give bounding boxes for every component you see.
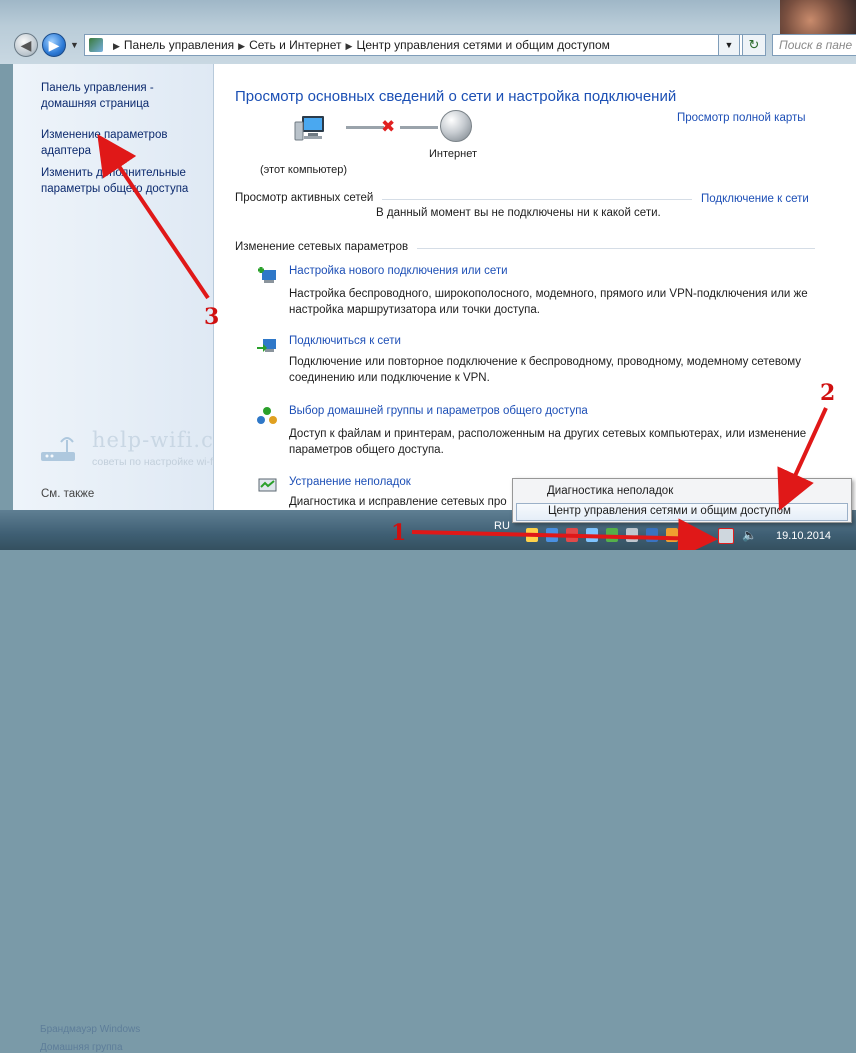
menu-item-network-center-label: Центр управления сетями и общим доступом — [548, 505, 791, 517]
tray-app-icon[interactable] — [626, 528, 638, 542]
connect-network-icon — [257, 339, 276, 352]
disconnected-x-icon: ✖ — [381, 117, 396, 136]
breadcrumb-item-network-center[interactable]: Центр управления сетями и общим доступом — [356, 38, 610, 52]
search-input[interactable]: Поиск в пане — [772, 34, 856, 56]
tray-app-icon[interactable] — [526, 528, 538, 542]
divider — [417, 248, 815, 249]
title-bar: ◀ ▶ ▼ ▶ Панель управления ▶ Сеть и Интернет… — [0, 0, 856, 64]
sidebar-item-adapter-settings[interactable]: Изменение параметров адаптера — [41, 127, 211, 159]
forward-arrow-icon: ▶ — [48, 37, 60, 53]
tray-app-icon[interactable] — [586, 528, 598, 542]
connection-line — [400, 126, 438, 129]
page-title: Просмотр основных сведений о сети и наст… — [235, 88, 677, 105]
full-map-link[interactable]: Просмотр полной карты — [677, 112, 806, 124]
connect-to-network-link[interactable]: Подключение к сети — [701, 193, 809, 205]
back-button[interactable]: ◀ — [14, 33, 38, 57]
computer-icon — [294, 116, 324, 141]
change-settings-heading: Изменение сетевых параметров — [235, 241, 409, 253]
new-connection-link[interactable]: Настройка нового подключения или сети — [289, 265, 508, 277]
forward-button[interactable]: ▶ — [42, 33, 66, 57]
control-panel-icon — [89, 38, 103, 52]
address-bar[interactable]: ▶ Панель управления ▶ Сеть и Интернет ▶ Центр… — [84, 34, 766, 56]
new-connection-icon — [258, 267, 276, 283]
active-networks-heading: Просмотр активных сетей — [235, 192, 374, 204]
menu-item-troubleshoot[interactable]: Диагностика неполадок — [547, 485, 673, 497]
main-panel: Просмотр основных сведений о сети и наст… — [214, 64, 856, 510]
troubleshoot-icon — [258, 478, 277, 492]
connect-network-description: Подключение или повторное подключение к … — [289, 356, 802, 384]
homegroup-description: Доступ к файлам и принтерам, расположенн… — [289, 428, 807, 456]
back-arrow-icon: ◀ — [20, 37, 32, 53]
see-also-heading: См. также — [41, 488, 95, 500]
this-computer-label: (этот компьютер) — [260, 164, 348, 176]
refresh-button[interactable]: ↻ — [742, 34, 766, 56]
refresh-icon: ↻ — [748, 37, 760, 52]
system-tray: 🔈 — [520, 528, 760, 544]
sidebar-item-home[interactable]: Панель управления - домашняя страница — [41, 80, 211, 112]
troubleshoot-link[interactable]: Устранение неполадок — [289, 476, 411, 488]
tray-app-icon[interactable] — [606, 528, 618, 542]
network-tray-icon[interactable] — [718, 528, 734, 544]
address-dropdown-button[interactable]: ▼ — [718, 34, 740, 56]
breadcrumb: ▶ Панель управления ▶ Сеть и Интернет ▶ Центр… — [109, 35, 610, 55]
breadcrumb-separator-icon: ▶ — [238, 41, 246, 51]
tray-app-icon[interactable] — [566, 528, 578, 542]
new-connection-description: Настройка беспроводного, широкополосного… — [289, 288, 808, 316]
breadcrumb-separator-icon: ▶ — [345, 41, 353, 51]
language-indicator[interactable]: RU — [494, 520, 510, 532]
breadcrumb-item-network[interactable]: Сеть и Интернет — [249, 38, 341, 52]
tray-app-icon[interactable] — [646, 528, 658, 542]
internet-globe-icon — [440, 110, 472, 142]
connect-network-link[interactable]: Подключиться к сети — [289, 335, 401, 347]
volume-icon[interactable]: 🔈 — [742, 528, 757, 542]
search-placeholder: Поиск в пане — [779, 38, 853, 52]
see-also-item-homegroup[interactable]: Домашняя группа — [40, 1042, 123, 1053]
taskbar-clock[interactable]: 19.10.2014 — [776, 530, 831, 542]
annotation-number-2: 2 — [820, 380, 836, 406]
breadcrumb-item-control-panel[interactable]: Панель управления — [124, 38, 234, 52]
no-network-status: В данный момент вы не подключены ни к ка… — [376, 207, 661, 219]
background-photo — [780, 0, 856, 34]
tray-context-menu: Диагностика неполадок Центр управления с… — [512, 478, 852, 523]
tray-app-icon[interactable] — [666, 528, 678, 542]
homegroup-icon — [257, 407, 277, 424]
tray-app-icon[interactable] — [546, 528, 558, 542]
see-also-item-firewall[interactable]: Брандмауэр Windows — [40, 1024, 140, 1035]
connection-line — [346, 126, 384, 129]
internet-label: Интернет — [429, 148, 477, 160]
router-watermark-icon — [41, 437, 75, 461]
annotation-number-3: 3 — [204, 304, 220, 330]
annotation-number-1: 1 — [391, 520, 407, 546]
menu-item-network-center[interactable]: Центр управления сетями и общим доступом — [516, 503, 848, 521]
tray-app-icon[interactable] — [686, 528, 698, 542]
divider — [382, 199, 692, 200]
history-dropdown-icon[interactable]: ▼ — [70, 40, 79, 50]
breadcrumb-separator-icon: ▶ — [113, 41, 120, 51]
homegroup-link[interactable]: Выбор домашней группы и параметров общег… — [289, 405, 588, 417]
sidebar-item-sharing-settings[interactable]: Изменить дополнительные параметры общего… — [41, 165, 211, 197]
